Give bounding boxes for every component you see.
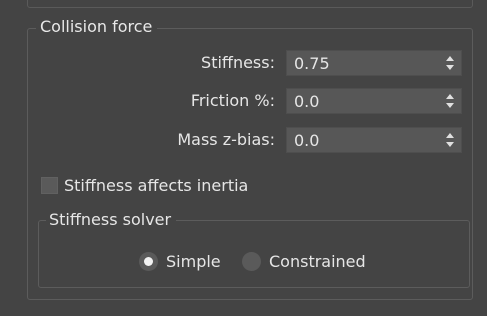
constrained-radio-label[interactable]: Constrained	[269, 251, 366, 273]
collision-force-group-title: Collision force	[36, 16, 158, 38]
constrained-radio[interactable]	[242, 252, 261, 271]
spinner-up-icon[interactable]	[446, 133, 454, 138]
stiffness-label: Stiffness:	[201, 53, 275, 72]
mass-z-bias-row: Mass z-bias: 0.0	[0, 125, 487, 155]
stiffness-value[interactable]: 0.75	[294, 54, 330, 74]
simple-radio-label[interactable]: Simple	[166, 251, 221, 273]
previous-group-border	[27, 0, 473, 8]
friction-label: Friction %:	[190, 91, 275, 110]
mass-z-bias-label: Mass z-bias:	[177, 130, 275, 149]
stiffness-spinner[interactable]: 0.75	[286, 50, 462, 76]
spinner-down-icon[interactable]	[446, 65, 454, 70]
spinner-up-icon[interactable]	[446, 94, 454, 99]
spinner-up-icon[interactable]	[446, 56, 454, 61]
spinner-arrows-icon[interactable]	[446, 56, 454, 70]
spinner-down-icon[interactable]	[446, 142, 454, 147]
simple-radio[interactable]	[139, 252, 158, 271]
mass-z-bias-value[interactable]: 0.0	[294, 131, 319, 151]
spinner-arrows-icon[interactable]	[446, 133, 454, 147]
spinner-arrows-icon[interactable]	[446, 94, 454, 108]
stiffness-affects-inertia-checkbox[interactable]	[41, 177, 58, 194]
stiffness-affects-inertia-label[interactable]: Stiffness affects inertia	[64, 175, 248, 197]
spinner-down-icon[interactable]	[446, 103, 454, 108]
friction-spinner[interactable]: 0.0	[286, 88, 462, 114]
friction-row: Friction %: 0.0	[0, 86, 487, 116]
stiffness-row: Stiffness: 0.75	[0, 48, 487, 78]
friction-value[interactable]: 0.0	[294, 92, 319, 112]
stiffness-solver-group-title: Stiffness solver	[46, 209, 177, 231]
mass-z-bias-spinner[interactable]: 0.0	[286, 127, 462, 153]
